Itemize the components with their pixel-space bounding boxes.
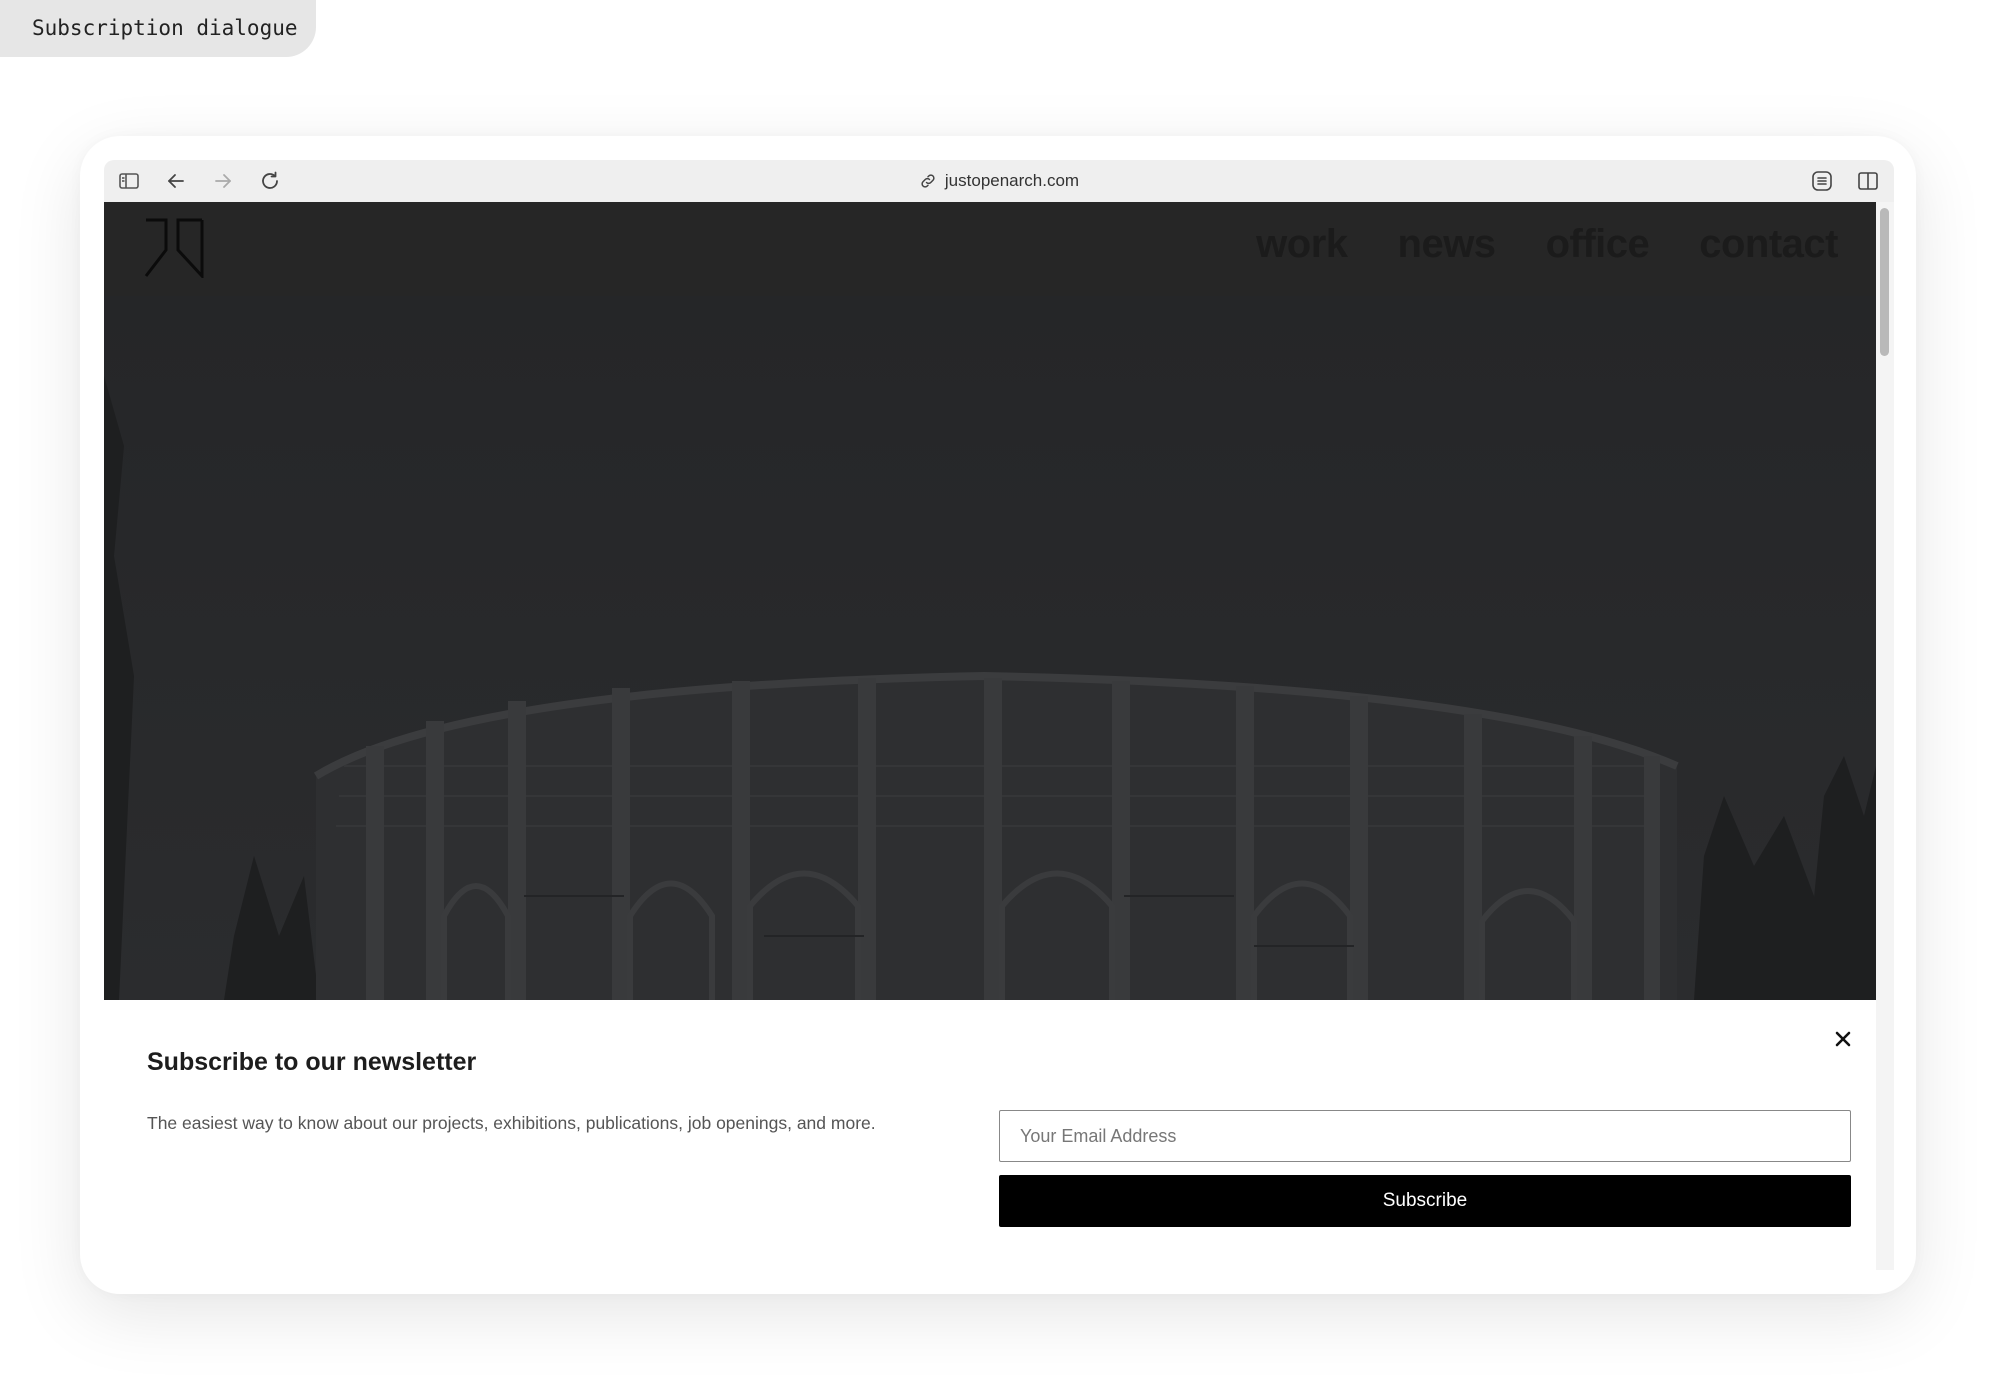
studio-logo[interactable]	[144, 218, 204, 278]
url-text: justopenarch.com	[944, 171, 1080, 190]
link-icon	[919, 172, 937, 190]
nav-contact[interactable]: contact	[1699, 222, 1838, 267]
hero-image: work news office contact	[104, 202, 1876, 1000]
nav-news[interactable]: news	[1398, 222, 1497, 267]
subscribe-button[interactable]: Subscribe	[999, 1175, 1851, 1227]
stadium-illustration	[104, 296, 1876, 1000]
split-view-icon[interactable]	[1856, 169, 1880, 193]
page-tag: Subscription dialogue	[0, 0, 316, 57]
scrollbar-thumb[interactable]	[1880, 208, 1889, 356]
browser-window: justopenarch.com work news office contac…	[104, 160, 1894, 1270]
newsletter-dialog: Subscribe to our newsletter The easiest …	[104, 1000, 1876, 1270]
dialog-description: The easiest way to know about our projec…	[147, 1113, 876, 1133]
nav-work[interactable]: work	[1256, 222, 1348, 267]
dialog-title: Subscribe to our newsletter	[147, 1048, 477, 1076]
nav-office[interactable]: office	[1546, 222, 1650, 267]
web-viewport: work news office contact Subscribe to ou…	[104, 202, 1876, 1270]
site-header: work news office contact	[104, 202, 1876, 296]
address-bar[interactable]: justopenarch.com	[104, 160, 1894, 202]
browser-toolbar: justopenarch.com	[104, 160, 1894, 202]
reader-icon[interactable]	[1810, 169, 1834, 193]
close-icon[interactable]	[1830, 1026, 1856, 1052]
site-nav: work news office contact	[1256, 222, 1838, 267]
scrollbar[interactable]	[1876, 202, 1894, 1270]
email-field[interactable]	[999, 1110, 1851, 1162]
